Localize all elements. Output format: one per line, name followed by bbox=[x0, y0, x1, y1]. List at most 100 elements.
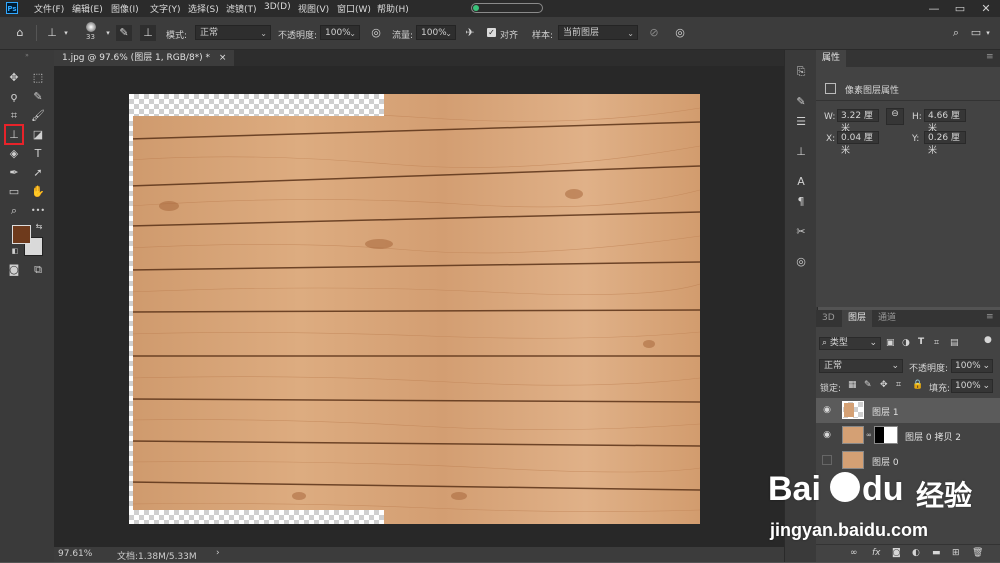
hand-tool-icon[interactable]: ✋ bbox=[30, 184, 46, 200]
menu-view[interactable]: 视图(V) bbox=[298, 2, 329, 15]
filter-adjustment-icon[interactable]: ◑ bbox=[902, 338, 910, 348]
layer-row-layer0-copy2[interactable]: ◉ ∞ 图层 0 拷贝 2 bbox=[816, 423, 1000, 448]
filter-smart-icon[interactable]: ▤ bbox=[950, 338, 959, 348]
x-input[interactable]: 0.04 厘米 bbox=[837, 131, 879, 156]
close-window-button[interactable]: ✕ bbox=[974, 0, 998, 17]
layer-mask-thumbnail[interactable] bbox=[874, 426, 898, 444]
layer-name[interactable]: 图层 0 bbox=[872, 455, 899, 468]
aligned-checkbox[interactable]: ✓ bbox=[487, 28, 496, 37]
zoom-tool-icon[interactable]: ⌕ bbox=[6, 203, 22, 219]
layers-panel-menu-icon[interactable]: ≡ bbox=[986, 312, 994, 322]
opacity-input[interactable]: 100% ⌄ bbox=[320, 25, 360, 40]
chevron-down-icon[interactable]: ▾ bbox=[58, 25, 74, 41]
path-select-tool-icon[interactable]: ➚ bbox=[30, 165, 46, 181]
toolbar-collapse-icon[interactable]: » bbox=[0, 52, 54, 59]
more-tools-icon[interactable]: ••• bbox=[30, 203, 46, 219]
filter-pixel-icon[interactable]: ▣ bbox=[886, 338, 895, 348]
mask-link-icon[interactable]: ∞ bbox=[866, 431, 872, 439]
pen-tool-icon[interactable]: ✒ bbox=[6, 165, 22, 181]
y-input[interactable]: 0.26 厘米 bbox=[924, 131, 966, 156]
lock-artboard-icon[interactable]: ⌗ bbox=[896, 380, 901, 390]
history-icon[interactable]: ⎘ bbox=[793, 64, 809, 80]
status-arrow-icon[interactable]: › bbox=[216, 548, 220, 558]
document-tab[interactable]: 1.jpg @ 97.6% (图层 1, RGB/8*) * × bbox=[54, 50, 235, 66]
eraser-tool-icon[interactable]: ◪ bbox=[30, 127, 46, 143]
paragraph-panel-icon[interactable]: ¶ bbox=[793, 194, 809, 210]
height-input[interactable]: 4.66 厘米 bbox=[924, 109, 966, 134]
visibility-eye-icon[interactable]: ◉ bbox=[822, 405, 832, 415]
layer-opacity-input[interactable]: 100% ⌄ bbox=[951, 359, 993, 373]
flow-input[interactable]: 100% ⌄ bbox=[416, 25, 456, 40]
image-canvas[interactable] bbox=[129, 94, 700, 524]
home-icon[interactable]: ⌂ bbox=[12, 25, 28, 41]
tools-panel-icon[interactable]: ✂ bbox=[793, 224, 809, 240]
layer-row-layer1[interactable]: ◉ 图层 1 bbox=[816, 398, 1000, 423]
width-input[interactable]: 3.22 厘米 bbox=[837, 109, 879, 134]
lock-image-icon[interactable]: ✎ bbox=[864, 380, 872, 390]
lock-position-icon[interactable]: ✥ bbox=[880, 380, 888, 390]
brush-size-picker[interactable]: 33 bbox=[82, 21, 100, 43]
clone-source-panel-icon[interactable]: ⊥ bbox=[793, 144, 809, 160]
maximize-button[interactable]: ▭ bbox=[948, 0, 972, 17]
swap-colors-icon[interactable]: ⇆ bbox=[34, 222, 44, 232]
move-tool-icon[interactable]: ✥ bbox=[6, 70, 22, 86]
ignore-adjustment-icon[interactable]: ⊘ bbox=[646, 25, 662, 41]
menu-3d[interactable]: 3D(D) bbox=[264, 2, 291, 12]
quick-mask-icon[interactable]: ◙ bbox=[6, 262, 22, 278]
marquee-tool-icon[interactable]: ⬚ bbox=[30, 70, 46, 86]
visibility-eye-icon[interactable]: ◉ bbox=[822, 430, 832, 440]
menu-file[interactable]: 文件(F) bbox=[34, 2, 64, 15]
tab-channels[interactable]: 通道 bbox=[872, 310, 902, 327]
minimize-button[interactable]: — bbox=[922, 0, 946, 17]
link-dimensions-icon[interactable]: ⊖ bbox=[886, 108, 904, 125]
menu-edit[interactable]: 编辑(E) bbox=[72, 2, 103, 15]
layer-filter-select[interactable]: ⌕ 类型 ⌄ bbox=[819, 337, 881, 350]
menu-help[interactable]: 帮助(H) bbox=[377, 2, 409, 15]
close-tab-icon[interactable]: × bbox=[219, 53, 227, 63]
panel-menu-icon[interactable]: ≡ bbox=[986, 52, 994, 62]
workspace-chevron-icon[interactable]: ▾ bbox=[980, 25, 996, 41]
filter-shape-icon[interactable]: ⌗ bbox=[934, 338, 939, 348]
menu-image[interactable]: 图像(I) bbox=[111, 2, 139, 15]
menu-window[interactable]: 窗口(W) bbox=[337, 2, 371, 15]
pressure-size-icon[interactable]: ◎ bbox=[672, 25, 688, 41]
airbrush-icon[interactable]: ✈ bbox=[462, 25, 478, 41]
pressure-opacity-icon[interactable]: ◎ bbox=[368, 25, 384, 41]
menu-type[interactable]: 文字(Y) bbox=[150, 2, 181, 15]
brush-panel-icon[interactable]: ✎ bbox=[793, 94, 809, 110]
quick-select-tool-icon[interactable]: ✎ bbox=[30, 89, 46, 105]
search-icon[interactable]: ⌕ bbox=[948, 25, 964, 41]
menu-select[interactable]: 选择(S) bbox=[188, 2, 219, 15]
blend-mode-select[interactable]: 正常 ⌄ bbox=[819, 359, 903, 373]
default-colors-icon[interactable]: ◧ bbox=[10, 246, 20, 256]
screen-mode-icon[interactable]: ⧉ bbox=[30, 262, 46, 278]
brush-settings-icon[interactable]: ✎ bbox=[116, 25, 132, 41]
lasso-tool-icon[interactable]: ϙ bbox=[6, 89, 22, 105]
tab-layers[interactable]: 图层 bbox=[842, 310, 873, 327]
rectangle-tool-icon[interactable]: ▭ bbox=[6, 184, 22, 200]
filter-type-icon[interactable]: T bbox=[918, 337, 924, 347]
clone-source-icon[interactable]: ⊥ bbox=[140, 25, 156, 41]
brush-settings-panel-icon[interactable]: ☰ bbox=[793, 114, 809, 130]
tab-3d[interactable]: 3D bbox=[816, 310, 841, 327]
visibility-off-icon[interactable] bbox=[822, 455, 832, 465]
layer-name[interactable]: 图层 0 拷贝 2 bbox=[905, 430, 961, 443]
zoom-level[interactable]: 97.61% bbox=[58, 549, 92, 559]
crop-tool-icon[interactable]: ⌗ bbox=[6, 108, 22, 124]
brush-chevron-icon[interactable]: ▾ bbox=[100, 25, 116, 41]
libraries-icon[interactable]: ◎ bbox=[793, 254, 809, 270]
brush-tool-icon[interactable]: 🖌 bbox=[30, 108, 46, 124]
mode-select[interactable]: 正常 ⌄ bbox=[195, 25, 271, 40]
lock-all-icon[interactable]: 🔒 bbox=[912, 380, 923, 390]
type-tool-icon[interactable]: T bbox=[30, 146, 46, 162]
menu-filter[interactable]: 滤镜(T) bbox=[226, 2, 257, 15]
fill-input[interactable]: 100% ⌄ bbox=[951, 379, 993, 393]
lock-transparent-icon[interactable]: ▦ bbox=[848, 380, 857, 390]
foreground-color-swatch[interactable] bbox=[12, 225, 31, 244]
tab-properties[interactable]: 属性 bbox=[816, 50, 847, 67]
character-panel-icon[interactable]: A bbox=[793, 174, 809, 190]
layer-name[interactable]: 图层 1 bbox=[872, 405, 899, 418]
filter-toggle-icon[interactable]: ● bbox=[984, 335, 992, 345]
paint-bucket-tool-icon[interactable]: ◈ bbox=[6, 146, 22, 162]
sample-select[interactable]: 当前图层 ⌄ bbox=[558, 25, 638, 40]
